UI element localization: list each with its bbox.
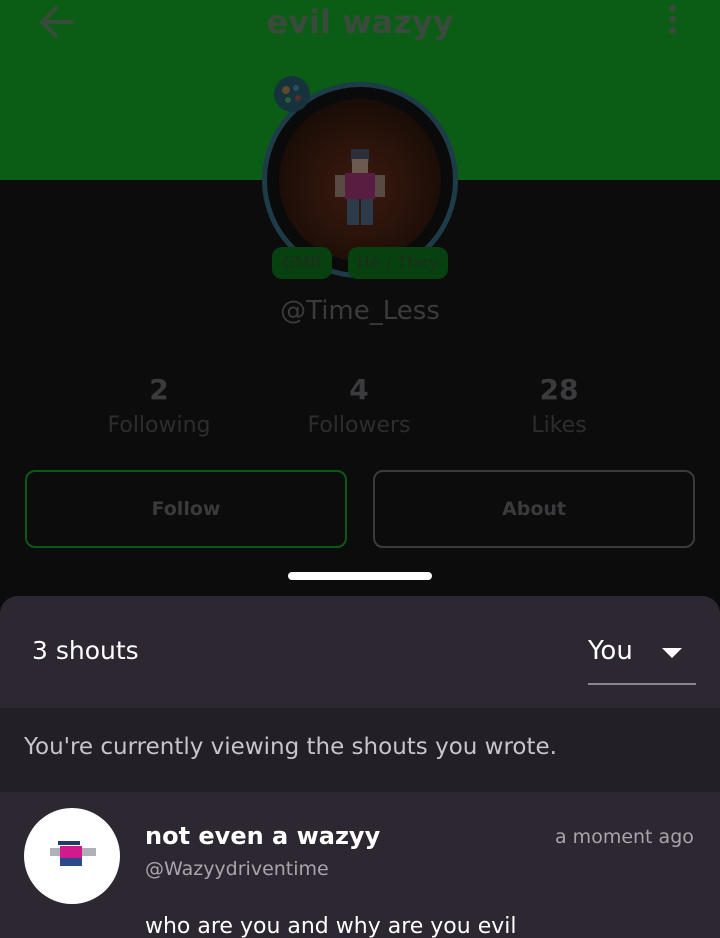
profile-tag-pronouns: He / They xyxy=(348,247,448,279)
stat-label: Following xyxy=(107,413,211,438)
shouts-header: 3 shouts You xyxy=(0,596,720,708)
stat-value: 28 xyxy=(539,373,579,406)
caret-down-icon xyxy=(662,648,682,658)
about-button[interactable]: About xyxy=(373,470,695,548)
stat-likes[interactable]: 28 Likes xyxy=(459,372,659,444)
info-banner: You're currently viewing the shouts you … xyxy=(0,708,720,792)
stat-followers[interactable]: 4 Followers xyxy=(259,372,459,444)
sheet-drag-handle[interactable] xyxy=(288,572,432,580)
user-avatar-icon xyxy=(50,841,96,866)
avatar-figure xyxy=(335,149,385,225)
avatar-badge-icon xyxy=(274,76,310,112)
shouts-sheet: 3 shouts You You're currently viewing th… xyxy=(0,596,720,938)
stat-following[interactable]: 2 Following xyxy=(59,372,259,444)
profile-section: evil wazyy GMR He / They @Time_Less 2 Fo… xyxy=(0,0,720,600)
post-author-handle[interactable]: @Wazyydriventime xyxy=(145,858,329,880)
post-text: who are you and why are you evil xyxy=(145,914,517,938)
post-author-name[interactable]: not even a wazyy xyxy=(145,822,380,850)
avatar-image xyxy=(279,99,441,261)
profile-tag-gmr: GMR xyxy=(272,247,332,279)
shout-filter-dropdown[interactable]: You xyxy=(588,626,696,685)
more-options-button[interactable] xyxy=(660,2,684,38)
info-text: You're currently viewing the shouts you … xyxy=(24,734,557,760)
avatar[interactable] xyxy=(24,808,120,904)
filter-value: You xyxy=(588,636,633,666)
profile-handle: @Time_Less xyxy=(280,296,440,326)
post-timestamp: a moment ago xyxy=(555,826,694,848)
shout-count: 3 shouts xyxy=(32,636,139,665)
follow-button[interactable]: Follow xyxy=(25,470,347,548)
stat-label: Followers xyxy=(307,413,411,438)
page-title: evil wazyy xyxy=(266,3,454,41)
stat-value: 2 xyxy=(149,373,169,406)
shout-post[interactable]: not even a wazyy @Wazyydriventime a mome… xyxy=(0,792,720,938)
stat-value: 4 xyxy=(349,373,369,406)
stat-label: Likes xyxy=(531,413,587,438)
more-vertical-icon xyxy=(668,5,676,12)
